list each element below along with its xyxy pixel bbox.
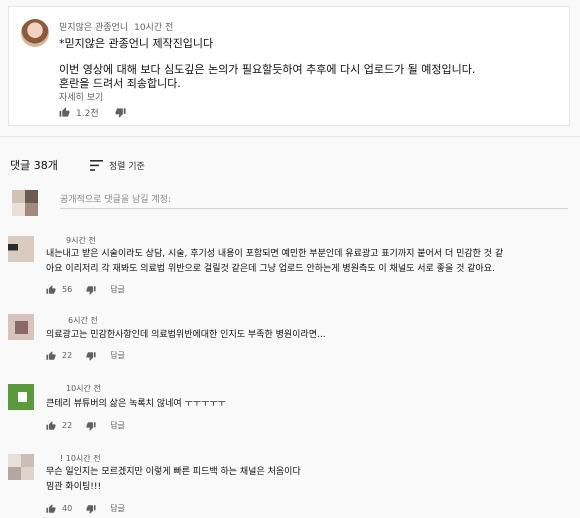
thumbs-up-icon[interactable] [46,420,56,431]
post-like-count: 1.2천 [76,109,99,119]
post-body-line-2: 혼란을 드려서 죄송합니다. [59,77,181,90]
like-count: 56 [62,285,73,294]
commenter-avatar[interactable] [8,384,34,410]
comment-line: 내는내고 받은 시술이라도 상담, 시술, 후기성 내용이 포함되면 예민한 부… [46,249,504,259]
thumbs-up-icon[interactable] [59,107,70,118]
post-meta: 믿지않은 관종언니 10시간 전 [59,20,173,33]
comment-time[interactable]: 6시간 전 [68,315,98,326]
comment-actions: 40 답글 [46,503,125,514]
like-count: 40 [62,504,73,513]
section-divider [0,136,580,137]
sort-icon [89,159,103,171]
comment-actions: 22 답글 [46,420,125,431]
comment-text: 무슨 일인지는 모르겠지만 이렇게 빠른 피드백 하는 채널은 처음이다 밈관 … [46,465,566,495]
comment-actions: 22 답글 [46,350,125,361]
post-author[interactable]: 믿지않은 관종언니 [59,23,128,33]
comment-line: 밈관 화이팅!!! [46,482,102,492]
thumbs-down-icon[interactable] [86,351,96,361]
comment-thread: 6시간 전 의료광고는 민감한사항인데 의료법위반에대한 인지도 부족한 병원이… [0,312,580,368]
post-headline: *믿지않은 관종언니 제작진입니다 [59,37,214,50]
sort-label: 정렬 기준 [108,161,145,172]
like-count: 22 [62,421,73,430]
thumbs-up-icon[interactable] [46,284,56,295]
reply-button[interactable]: 답글 [110,284,125,295]
comment-count: 댓글 38개 [10,159,58,172]
post-time[interactable]: 10시간 전 [134,23,173,33]
thumbs-down-icon[interactable] [86,421,96,431]
comment-thread: 10시간 전 큰테리 뷰튜버의 삶은 녹록치 않네여 ㅜㅜㅜㅜㅜ 22 답글 [0,380,580,436]
comment-thread: ! 10시간 전 무슨 일인지는 모르겠지만 이렇게 빠른 피드백 하는 채널은… [0,450,580,518]
comments-header: 댓글 38개 정렬 기준 [10,157,145,173]
like-count: 22 [62,351,73,360]
comment-actions: 56 답글 [46,284,125,295]
reply-button[interactable]: 답글 [110,350,125,361]
comment-text: 내는내고 받은 시술이라도 상담, 시술, 후기성 내용이 포함되면 예민한 부… [46,247,566,277]
comment-line: 아요 이리저리 각 재봐도 의료법 위반으로 걸릴것 같은데 그냥 업로드 안하… [46,264,495,274]
commenter-avatar[interactable] [8,454,34,480]
thumbs-down-icon[interactable] [86,285,96,295]
comment-time[interactable]: ! 10시간 전 [60,453,101,464]
comment-line: 큰테리 뷰튜버의 삶은 녹록치 않네여 ㅜㅜㅜㅜㅜ [46,399,226,409]
community-post-card: 믿지않은 관종언니 10시간 전 *믿지않은 관종언니 제작진입니다 이번 영상에… [8,6,570,126]
add-comment-input[interactable] [60,192,568,209]
comment-line: 의료광고는 민감한사항인데 의료법위반에대한 인지도 부족한 병원이라면... [46,330,326,340]
comment-time[interactable]: 9시간 전 [66,235,96,246]
channel-avatar[interactable] [21,19,49,47]
comment-thread: 9시간 전 내는내고 받은 시술이라도 상담, 시술, 후기성 내용이 포함되면… [0,232,580,300]
reply-button[interactable]: 답글 [110,420,125,431]
commenter-avatar[interactable] [8,314,34,340]
thumbs-down-icon[interactable] [115,107,126,118]
user-avatar [12,190,38,216]
reply-button[interactable]: 답글 [110,503,125,514]
read-more-link[interactable]: 자세히 보기 [59,90,103,103]
comment-text: 큰테리 뷰튜버의 삶은 녹록치 않네여 ㅜㅜㅜㅜㅜ [46,397,566,412]
comment-text: 의료광고는 민감한사항인데 의료법위반에대한 인지도 부족한 병원이라면... [46,328,566,343]
sort-button[interactable]: 정렬 기준 [89,159,145,172]
comment-time[interactable]: 10시간 전 [66,383,101,394]
thumbs-up-icon[interactable] [46,350,56,361]
thumbs-down-icon[interactable] [86,504,96,514]
commenter-avatar[interactable] [8,236,34,262]
post-actions: 1.2천 [59,106,126,119]
comment-line: 무슨 일인지는 모르겠지만 이렇게 빠른 피드백 하는 채널은 처음이다 [46,467,301,477]
thumbs-up-icon[interactable] [46,503,56,514]
